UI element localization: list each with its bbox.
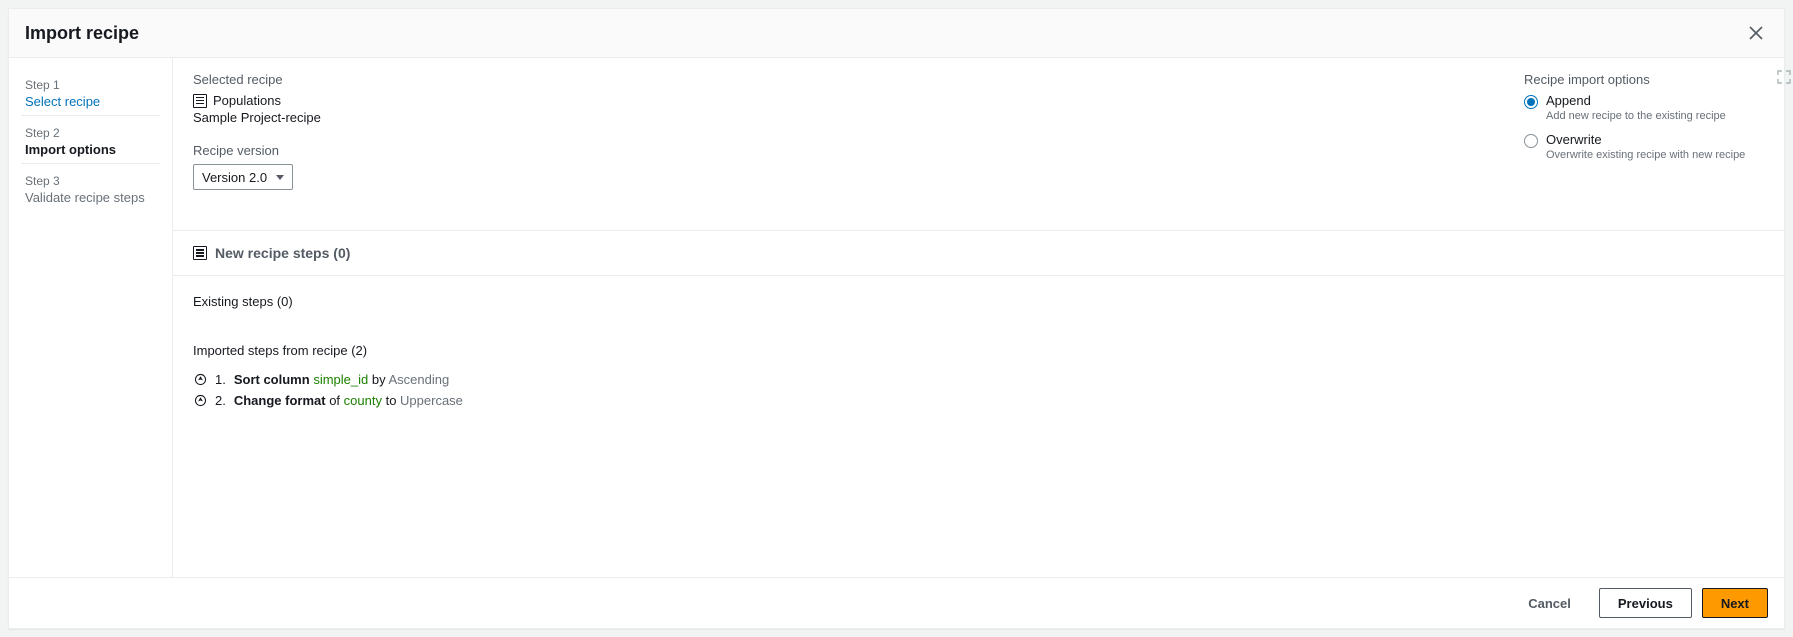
selected-recipe-block: Selected recipe Populations Sample Proje… xyxy=(193,72,321,190)
recipe-version-select[interactable]: Version 2.0 xyxy=(193,164,293,190)
imported-steps-header: Imported steps from recipe (2) xyxy=(193,343,1764,358)
recipe-icon xyxy=(193,94,207,108)
step-description: Change format of county to Uppercase xyxy=(234,393,463,408)
imported-step-item: 2. Change format of county to Uppercase xyxy=(193,393,1764,408)
dialog-title: Import recipe xyxy=(25,23,139,44)
next-button[interactable]: Next xyxy=(1702,588,1768,618)
step-action-icon xyxy=(193,373,207,387)
radio-overwrite-desc: Overwrite existing recipe with new recip… xyxy=(1546,149,1745,161)
top-panel: Selected recipe Populations Sample Proje… xyxy=(173,58,1784,230)
existing-steps-header: Existing steps (0) xyxy=(193,294,1764,309)
wizard-step-num: Step 1 xyxy=(25,78,156,92)
step-description: Sort column simple_id by Ascending xyxy=(234,372,449,387)
step-number: 2. xyxy=(215,393,226,408)
recipe-version-title: Recipe version xyxy=(193,143,321,158)
wizard-step-num: Step 2 xyxy=(25,126,156,140)
close-icon xyxy=(1749,26,1763,40)
import-options-block: Recipe import options Append Add new rec… xyxy=(1524,72,1764,190)
import-option-overwrite[interactable]: Overwrite Overwrite existing recipe with… xyxy=(1524,132,1764,161)
selected-recipe-name-row: Populations xyxy=(193,93,321,108)
selected-recipe-title: Selected recipe xyxy=(193,72,321,87)
cancel-button[interactable]: Cancel xyxy=(1510,588,1589,618)
chevron-down-icon xyxy=(276,175,284,180)
radio-append-label: Append xyxy=(1546,93,1726,108)
step-action-icon xyxy=(193,394,207,408)
import-option-append[interactable]: Append Add new recipe to the existing re… xyxy=(1524,93,1764,122)
dialog-body: Step 1 Select recipe Step 2 Import optio… xyxy=(9,58,1784,577)
previous-button[interactable]: Previous xyxy=(1599,588,1692,618)
dialog-footer: Cancel Previous Next xyxy=(9,577,1784,628)
radio-append-desc: Add new recipe to the existing recipe xyxy=(1546,110,1726,122)
selected-recipe-name: Populations xyxy=(213,93,281,108)
import-recipe-dialog: Import recipe Step 1 Select recipe Step … xyxy=(8,8,1785,629)
main-panel: Selected recipe Populations Sample Proje… xyxy=(173,58,1784,577)
new-recipe-steps-title: New recipe steps (0) xyxy=(215,245,350,261)
wizard-step-label: Import options xyxy=(25,142,156,157)
step-number: 1. xyxy=(215,372,226,387)
imported-steps-list: 1. Sort column simple_id by Ascending 2. Ch… xyxy=(193,372,1764,408)
wizard-steps-sidebar: Step 1 Select recipe Step 2 Import optio… xyxy=(9,58,173,577)
dialog-header: Import recipe xyxy=(9,9,1784,58)
radio-overwrite xyxy=(1524,134,1538,148)
steps-panel: New recipe steps (0) Existing steps (0) … xyxy=(173,230,1784,428)
radio-append xyxy=(1524,95,1538,109)
import-options-title: Recipe import options xyxy=(1524,72,1764,87)
recipe-version-value: Version 2.0 xyxy=(202,170,267,185)
steps-body: Existing steps (0) Imported steps from r… xyxy=(173,276,1784,428)
wizard-step-1[interactable]: Step 1 Select recipe xyxy=(21,72,160,116)
selected-recipe-sub: Sample Project-recipe xyxy=(193,110,321,125)
wizard-step-label: Select recipe xyxy=(25,94,156,109)
wizard-step-2[interactable]: Step 2 Import options xyxy=(21,120,160,164)
new-recipe-steps-header: New recipe steps (0) xyxy=(173,231,1784,276)
radio-overwrite-label: Overwrite xyxy=(1546,132,1745,147)
imported-step-item: 1. Sort column simple_id by Ascending xyxy=(193,372,1764,387)
wizard-step-num: Step 3 xyxy=(25,174,156,188)
close-button[interactable] xyxy=(1744,21,1768,45)
recipe-icon xyxy=(193,246,207,260)
wizard-step-3[interactable]: Step 3 Validate recipe steps xyxy=(21,168,160,211)
wizard-step-label: Validate recipe steps xyxy=(25,190,156,205)
